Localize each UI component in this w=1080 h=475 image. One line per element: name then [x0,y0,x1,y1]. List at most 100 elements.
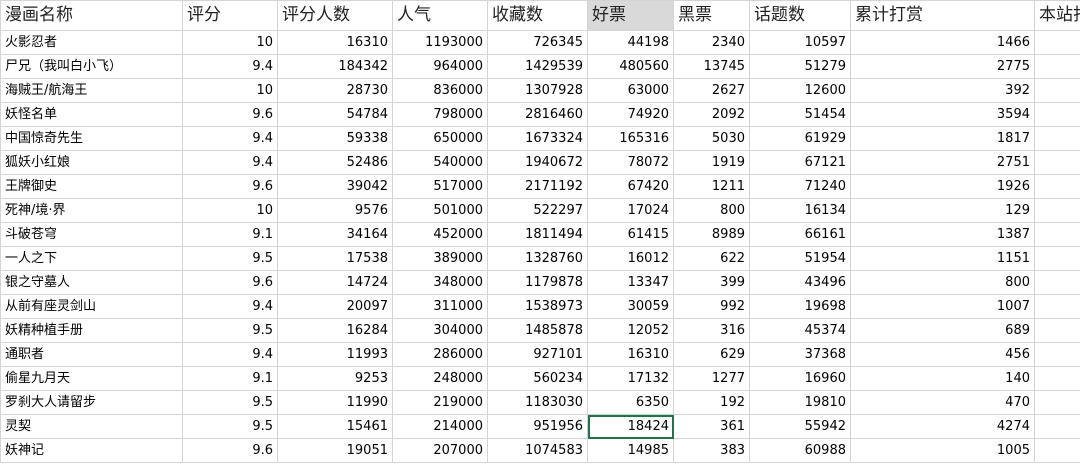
title-cell[interactable]: 斗破苍穹 [0,222,183,247]
column-header[interactable]: 话题数 [749,0,851,31]
value-cell[interactable]: 800 [850,270,1035,295]
value-cell[interactable]: 1466 [850,30,1035,55]
value-cell[interactable]: 55942 [749,414,851,439]
value-cell[interactable]: 1005 [850,438,1035,463]
value-cell[interactable]: 9.6 [182,102,278,127]
value-cell[interactable]: 1673324 [487,126,588,151]
value-cell[interactable]: 9.6 [182,270,278,295]
value-cell[interactable]: 689 [850,318,1035,343]
value-cell[interactable]: 20097 [277,294,393,319]
empty-cell[interactable] [1034,390,1080,415]
value-cell[interactable]: 650000 [392,126,488,151]
value-cell[interactable]: 60988 [749,438,851,463]
value-cell[interactable]: 470 [850,390,1035,415]
value-cell[interactable]: 1485878 [487,318,588,343]
title-cell[interactable]: 尸兄（我叫白小飞） [0,54,183,79]
value-cell[interactable]: 12052 [587,318,674,343]
title-cell[interactable]: 罗刹大人请留步 [0,390,183,415]
title-cell[interactable]: 妖神记 [0,438,183,463]
value-cell[interactable]: 16134 [749,198,851,223]
value-cell[interactable]: 629 [673,342,750,367]
value-cell[interactable]: 3594 [850,102,1035,127]
empty-cell[interactable] [1034,438,1080,463]
value-cell[interactable]: 10597 [749,30,851,55]
value-cell[interactable]: 361 [673,414,750,439]
value-cell[interactable]: 1277 [673,366,750,391]
value-cell[interactable]: 207000 [392,438,488,463]
value-cell[interactable]: 78072 [587,150,674,175]
value-cell[interactable]: 17132 [587,366,674,391]
value-cell[interactable]: 10 [182,78,278,103]
value-cell[interactable]: 2816460 [487,102,588,127]
value-cell[interactable]: 16012 [587,246,674,271]
value-cell[interactable]: 16284 [277,318,393,343]
value-cell[interactable]: 992 [673,294,750,319]
value-cell[interactable]: 5030 [673,126,750,151]
empty-cell[interactable] [1034,222,1080,247]
value-cell[interactable]: 45374 [749,318,851,343]
value-cell[interactable]: 622 [673,246,750,271]
value-cell[interactable]: 798000 [392,102,488,127]
empty-cell[interactable] [1034,414,1080,439]
value-cell[interactable]: 61929 [749,126,851,151]
value-cell[interactable]: 54784 [277,102,393,127]
value-cell[interactable]: 14985 [587,438,674,463]
value-cell[interactable]: 2340 [673,30,750,55]
value-cell[interactable]: 8989 [673,222,750,247]
column-header[interactable]: 评分 [182,0,278,31]
value-cell[interactable]: 165316 [587,126,674,151]
value-cell[interactable]: 1538973 [487,294,588,319]
value-cell[interactable]: 15461 [277,414,393,439]
value-cell[interactable]: 517000 [392,174,488,199]
value-cell[interactable]: 9.4 [182,126,278,151]
value-cell[interactable]: 16310 [277,30,393,55]
value-cell[interactable]: 192 [673,390,750,415]
value-cell[interactable]: 219000 [392,390,488,415]
value-cell[interactable]: 836000 [392,78,488,103]
value-cell[interactable]: 184342 [277,54,393,79]
value-cell[interactable]: 129 [850,198,1035,223]
value-cell[interactable]: 9.4 [182,54,278,79]
title-cell[interactable]: 死神/境·界 [0,198,183,223]
column-header[interactable]: 好票 [587,0,674,31]
value-cell[interactable]: 9.1 [182,366,278,391]
title-cell[interactable]: 灵契 [0,414,183,439]
title-cell[interactable]: 中国惊奇先生 [0,126,183,151]
value-cell[interactable]: 1817 [850,126,1035,151]
selected-cell[interactable]: 18424 [587,414,674,439]
title-cell[interactable]: 狐妖小红娘 [0,150,183,175]
value-cell[interactable]: 1811494 [487,222,588,247]
empty-cell[interactable] [1034,174,1080,199]
value-cell[interactable]: 67121 [749,150,851,175]
value-cell[interactable]: 1940672 [487,150,588,175]
value-cell[interactable]: 16310 [587,342,674,367]
value-cell[interactable]: 10 [182,198,278,223]
value-cell[interactable]: 399 [673,270,750,295]
value-cell[interactable]: 9.4 [182,342,278,367]
value-cell[interactable]: 304000 [392,318,488,343]
value-cell[interactable]: 800 [673,198,750,223]
value-cell[interactable]: 9.4 [182,150,278,175]
value-cell[interactable]: 389000 [392,246,488,271]
column-header[interactable]: 评分人数 [277,0,393,31]
value-cell[interactable]: 1151 [850,246,1035,271]
empty-cell[interactable] [1034,342,1080,367]
value-cell[interactable]: 6350 [587,390,674,415]
empty-cell[interactable] [1034,246,1080,271]
value-cell[interactable]: 1919 [673,150,750,175]
column-header[interactable]: 累计打赏 [850,0,1035,31]
value-cell[interactable]: 10 [182,30,278,55]
empty-cell[interactable] [1034,366,1080,391]
empty-cell[interactable] [1034,270,1080,295]
empty-cell[interactable] [1034,78,1080,103]
value-cell[interactable]: 2627 [673,78,750,103]
title-cell[interactable]: 火影忍者 [0,30,183,55]
column-header[interactable]: 漫画名称 [0,0,183,31]
value-cell[interactable]: 28730 [277,78,393,103]
value-cell[interactable]: 51279 [749,54,851,79]
value-cell[interactable]: 501000 [392,198,488,223]
value-cell[interactable]: 311000 [392,294,488,319]
column-header[interactable]: 本站打 [1034,0,1080,31]
value-cell[interactable]: 1387 [850,222,1035,247]
value-cell[interactable]: 1074583 [487,438,588,463]
